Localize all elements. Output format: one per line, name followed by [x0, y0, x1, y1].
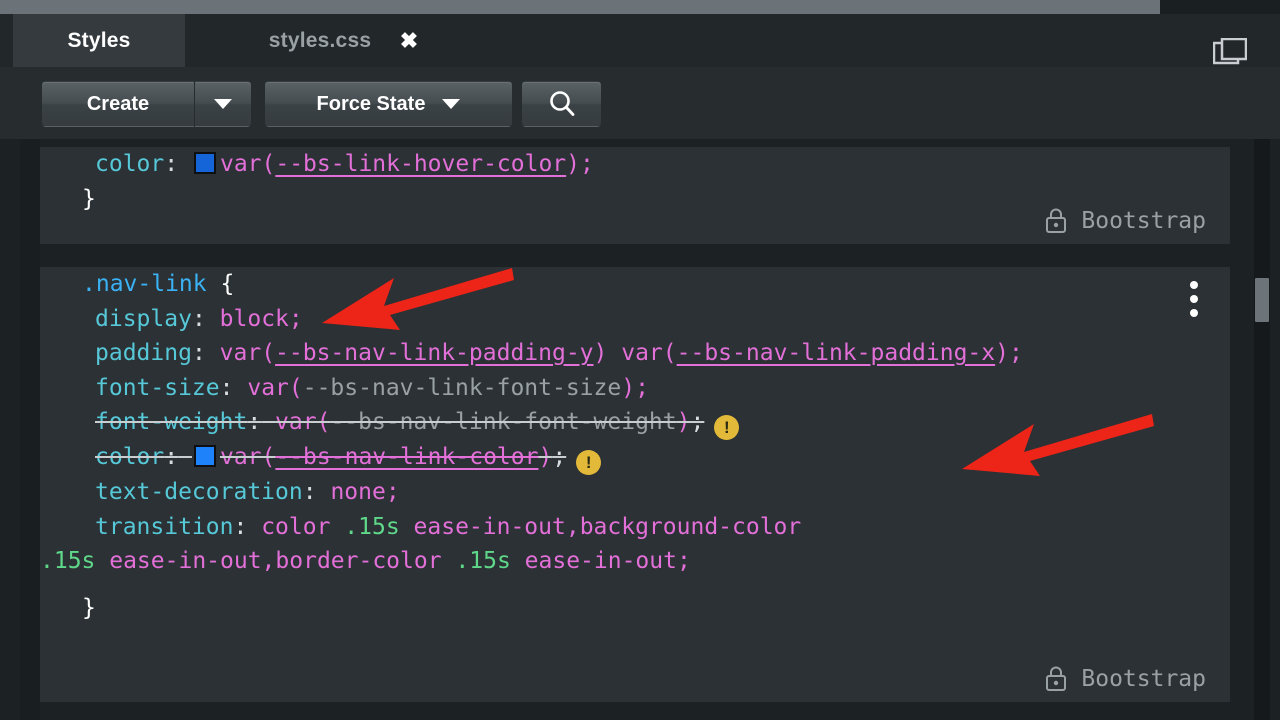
chevron-down-icon — [214, 99, 232, 109]
tab-styles-css-label: styles.css — [269, 29, 371, 53]
duration-value: .15s — [40, 548, 95, 574]
value-tail: ); — [566, 151, 594, 177]
property-name: font-size — [95, 375, 220, 401]
force-state-button[interactable]: Force State — [265, 81, 512, 127]
declaration-text-decoration[interactable]: text-decoration: none; — [40, 475, 1230, 510]
property-name: font-weight — [95, 409, 247, 435]
property-value: var(--bs-nav-link-font-size); — [247, 375, 649, 401]
vertical-scrollbar[interactable] — [1254, 139, 1270, 720]
colon: : — [247, 409, 261, 435]
semicolon: ; — [552, 444, 566, 470]
css-variable-link[interactable]: --bs-link-hover-color — [275, 151, 566, 177]
property-value: ease-in-out; — [511, 548, 691, 574]
property-name: color — [95, 151, 164, 177]
colon: : — [303, 479, 317, 505]
rule-origin[interactable]: Bootstrap — [1045, 204, 1206, 239]
selector-text: .nav-link — [82, 271, 207, 297]
value-fn: var( — [220, 151, 275, 177]
declaration-transition[interactable]: transition: color .15s ease-in-out,backg… — [40, 510, 1230, 545]
brace-glyph: } — [82, 186, 96, 212]
declaration-font-size[interactable]: font-size: var(--bs-nav-link-font-size); — [40, 371, 1230, 406]
styles-rules-list: color: var(--bs-link-hover-color); } Boo… — [0, 139, 1280, 720]
property-value: block; — [220, 306, 303, 332]
duration-value: .15s — [344, 514, 399, 540]
tab-styles-label: Styles — [67, 29, 130, 53]
declaration-color[interactable]: color: var(--bs-nav-link-color);! — [40, 440, 1230, 475]
scrollbar-thumb[interactable] — [1255, 278, 1269, 322]
close-icon[interactable]: ✖ — [396, 28, 422, 54]
declaration-color[interactable]: color: var(--bs-link-hover-color); — [40, 147, 1230, 182]
styles-panel-window: Styles styles.css ✖ Create Force State — [0, 0, 1280, 720]
rule-origin[interactable]: Bootstrap — [1045, 662, 1206, 697]
closing-brace: } — [40, 591, 1230, 626]
property-name: transition — [95, 514, 233, 540]
property-value: none; — [330, 479, 399, 505]
colon: : — [164, 151, 178, 177]
colon: : — [164, 444, 178, 470]
lock-icon — [1045, 208, 1067, 234]
property-value: var(--bs-nav-link-color) — [220, 444, 552, 470]
property-name: color — [95, 444, 164, 470]
colon: : — [220, 375, 234, 401]
css-variable-link[interactable]: --bs-nav-link-color — [275, 444, 538, 470]
css-variable-name: --bs-nav-link-font-size — [303, 375, 622, 401]
property-value: var(--bs-nav-link-font-weight) — [275, 409, 690, 435]
property-name: text-decoration — [95, 479, 303, 505]
rule-origin-label: Bootstrap — [1081, 662, 1206, 697]
css-variable-link[interactable]: --bs-nav-link-padding-x — [677, 340, 996, 366]
css-variable-link[interactable]: --bs-nav-link-padding-y — [275, 340, 594, 366]
color-swatch[interactable] — [194, 152, 216, 174]
rule-selector-line[interactable]: .nav-link { — [40, 267, 1230, 302]
create-button-label: Create — [87, 93, 149, 116]
brace-glyph: } — [82, 595, 96, 621]
duration-value: .15s — [455, 548, 510, 574]
search-icon — [545, 87, 579, 121]
force-state-button-label: Force State — [317, 93, 426, 116]
declaration-transition-cont-1[interactable]: .15s ease-in-out,border-color .15s ease-… — [40, 544, 1230, 579]
lock-icon — [1045, 666, 1067, 692]
rule-origin-label: Bootstrap — [1081, 204, 1206, 239]
rule-link-hover[interactable]: color: var(--bs-link-hover-color); } Boo… — [40, 147, 1230, 244]
color-swatch[interactable] — [194, 445, 216, 467]
declaration-display[interactable]: display: block; — [40, 302, 1230, 337]
window-top-strip — [0, 0, 1160, 14]
property-name: display — [95, 306, 192, 332]
property-value: var(--bs-nav-link-padding-y) var(--bs-na… — [220, 340, 1023, 366]
search-button[interactable] — [522, 81, 601, 127]
property-value: color .15s ease-in-out,background-color — [261, 514, 801, 540]
split-panel-icon[interactable] — [1213, 38, 1247, 68]
create-button[interactable]: Create — [42, 81, 194, 127]
brace-glyph: { — [220, 271, 234, 297]
warning-badge[interactable]: ! — [576, 450, 601, 475]
declaration-font-weight[interactable]: font-weight: var(--bs-nav-link-font-weig… — [40, 405, 1230, 440]
warning-badge[interactable]: ! — [714, 415, 739, 440]
rules-gutter — [20, 139, 40, 720]
property-name: padding — [95, 340, 192, 366]
semicolon: ; — [690, 409, 704, 435]
tab-styles[interactable]: Styles — [13, 14, 185, 67]
declaration-padding[interactable]: padding: var(--bs-nav-link-padding-y) va… — [40, 336, 1230, 371]
chevron-down-icon — [442, 99, 460, 109]
create-dropdown-button[interactable] — [195, 81, 251, 127]
colon: : — [233, 514, 247, 540]
rule-nav-link[interactable]: .nav-link { display: block; padding: var… — [40, 267, 1230, 702]
toolbar: Create Force State — [0, 67, 1280, 139]
property-value: ease-in-out,border-color — [95, 548, 455, 574]
colon: : — [192, 306, 206, 332]
colon: : — [192, 340, 206, 366]
window-top-strip-right — [1160, 0, 1280, 14]
tab-bar: Styles styles.css ✖ — [0, 14, 1280, 67]
css-variable-name: --bs-nav-link-font-weight — [330, 409, 676, 435]
